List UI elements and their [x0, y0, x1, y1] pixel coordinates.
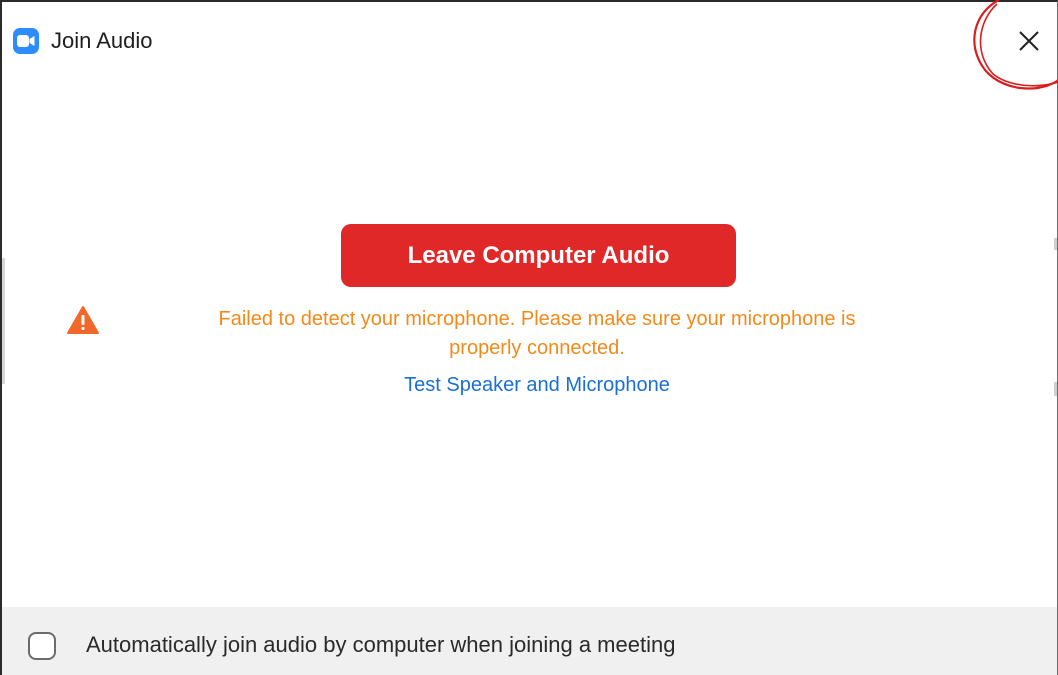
close-button[interactable] — [1004, 16, 1054, 66]
auto-join-label[interactable]: Automatically join audio by computer whe… — [86, 629, 675, 661]
close-icon — [1019, 31, 1039, 51]
join-audio-dialog: Join Audio Leave Computer Audio Failed t… — [0, 0, 1058, 675]
auto-join-checkbox[interactable] — [28, 632, 56, 660]
window-title: Join Audio — [51, 28, 153, 53]
microphone-warning-message: Failed to detect your microphone. Please… — [122, 305, 952, 363]
warning-line-1: Failed to detect your microphone. Please… — [218, 308, 856, 330]
warning-triangle-icon — [67, 306, 99, 334]
test-speaker-microphone-link[interactable]: Test Speaker and Microphone — [302, 370, 772, 400]
title-bar: Join Audio — [2, 0, 1058, 90]
window-edge-mark — [1054, 382, 1057, 396]
zoom-camera-icon — [13, 28, 39, 54]
leave-computer-audio-button[interactable]: Leave Computer Audio — [341, 224, 736, 287]
footer-bar: Automatically join audio by computer whe… — [2, 607, 1057, 675]
warning-line-2: properly connected. — [449, 337, 625, 359]
window-edge-mark — [1054, 238, 1057, 250]
window-edge-shadow — [2, 258, 5, 384]
